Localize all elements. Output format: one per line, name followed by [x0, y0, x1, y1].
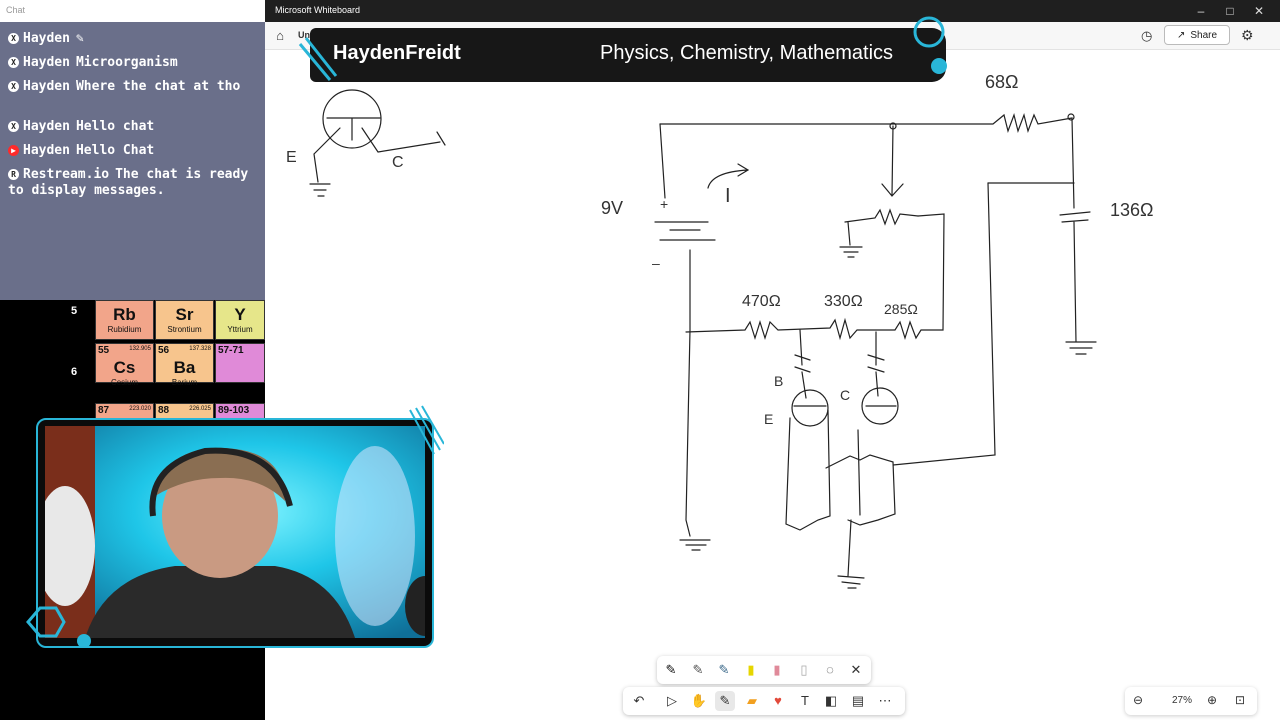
chat-message: ▶ Hayden Hello Chat	[8, 143, 260, 159]
chat-message: X Hayden Microorganism	[8, 55, 260, 71]
close-tray-icon[interactable]: ✕	[846, 660, 866, 680]
x-icon: X	[8, 33, 19, 44]
share-label: Share	[1190, 29, 1218, 41]
main-toolbar: ↶ ▷ ✋ ✎ ▰ ♥ T ◧ ▤ ⋯	[623, 687, 905, 715]
label-r2: 136Ω	[1110, 200, 1154, 220]
chat-author: Hayden	[23, 31, 70, 46]
label-b: B	[774, 373, 783, 389]
svg-text:–: –	[652, 255, 660, 271]
chat-author: Restream.io	[23, 167, 110, 182]
element-cell: 55 132.905 Cs Cesium	[95, 343, 154, 387]
hand-icon[interactable]: ✋	[689, 691, 709, 711]
chat-text: Microorganism	[75, 55, 178, 70]
chat-message: X Hayden Hello chat	[8, 119, 260, 135]
zoom-level: 27%	[1172, 695, 1193, 706]
label-c-small: C	[392, 154, 404, 171]
chat-author: Hayden	[23, 55, 70, 70]
minimize-button[interactable]: –	[1187, 2, 1215, 20]
home-icon[interactable]: ⌂	[272, 28, 288, 44]
chat-message: X Hayden ✎	[8, 31, 260, 47]
label-r3: 470Ω	[742, 293, 781, 310]
share-icon: ↗	[1176, 29, 1186, 41]
x-icon: X	[8, 121, 19, 132]
label-e-small: E	[286, 149, 297, 166]
youtube-icon: ▶	[8, 145, 19, 156]
chat-message: R Restream.io The chat is ready to display…	[8, 167, 260, 199]
chat-text: Where the chat at tho	[75, 79, 241, 94]
zoom-out-icon[interactable]: ⊖	[1133, 693, 1143, 707]
chat-panel: Chat X Hayden ✎ X Hayden Microorganism X Hayd…	[0, 0, 265, 300]
x-icon: X	[8, 81, 19, 92]
zoom-controls: ⊖ 27% ⊕ ⊡	[1125, 687, 1257, 715]
pen-tray: ✎ ✎ ✎ ▮ ▮ ▯ ◌ ✕	[657, 656, 871, 684]
highlighter-icon[interactable]: ▮	[741, 660, 761, 680]
label-battery: 9V	[601, 198, 623, 218]
chat-message: X Hayden Where the chat at tho	[8, 79, 260, 95]
chat-author: Hayden	[23, 143, 70, 158]
gray-pen-icon[interactable]: ✎	[688, 660, 708, 680]
fit-screen-icon[interactable]: ⊡	[1235, 693, 1245, 707]
element-cell: Y Yttrium	[215, 300, 265, 340]
undo-icon[interactable]: ↶	[629, 691, 649, 711]
black-pen-icon[interactable]: ✎	[661, 660, 681, 680]
period-number: 6	[71, 366, 78, 378]
chat-author: Hayden	[23, 79, 70, 94]
ruler-icon[interactable]: ▯	[794, 660, 814, 680]
restream-icon: R	[8, 169, 19, 180]
svg-text:+: +	[660, 196, 668, 212]
heart-icon[interactable]: ♥	[768, 691, 788, 711]
chat-header: Chat	[0, 0, 265, 22]
webcam-decoration	[26, 405, 444, 648]
lasso-icon[interactable]: ◌	[820, 660, 840, 680]
label-current: I	[725, 185, 731, 207]
gear-icon[interactable]: ⚙	[1241, 27, 1254, 44]
text-icon[interactable]: T	[795, 691, 815, 711]
element-cell: Rb Rubidium	[95, 300, 154, 340]
blue-pen-icon[interactable]: ✎	[714, 660, 734, 680]
label-e: E	[764, 411, 773, 427]
periodic-table-fragment: 5 6 Rb Rubidium Sr Strontium Y Yttrium 55 13…	[65, 300, 265, 420]
element-cell: 56 137.328 Ba Barium	[155, 343, 214, 387]
chat-text: ✎	[75, 31, 84, 46]
select-icon[interactable]: ▷	[662, 691, 682, 711]
share-button[interactable]: ↗ Share	[1164, 25, 1230, 45]
element-cell: Sr Strontium	[155, 300, 214, 340]
label-c: C	[840, 387, 850, 403]
chat-author: Hayden	[23, 119, 70, 134]
chat-header-label: Chat	[6, 5, 26, 15]
close-window-button[interactable]: ✕	[1245, 2, 1273, 20]
chat-text: Hello Chat	[75, 143, 155, 158]
template-icon[interactable]: ▤	[848, 691, 868, 711]
more-icon[interactable]: ⋯	[875, 691, 895, 711]
label-r4: 330Ω	[824, 293, 863, 310]
banner-decoration	[298, 16, 947, 81]
label-r1: 68Ω	[985, 72, 1018, 92]
zoom-in-icon[interactable]: ⊕	[1207, 693, 1217, 707]
element-cell: 57-71	[215, 343, 265, 383]
chat-text: Hello chat	[75, 119, 155, 134]
pen-tool-icon[interactable]: ✎	[715, 691, 735, 711]
period-number: 5	[71, 305, 78, 317]
x-icon: X	[8, 57, 19, 68]
eraser-icon[interactable]: ▮	[767, 660, 787, 680]
maximize-button[interactable]: □	[1216, 2, 1244, 20]
shapes-icon[interactable]: ◧	[821, 691, 841, 711]
timer-icon[interactable]: ◷	[1141, 28, 1152, 44]
label-r5: 285Ω	[884, 301, 918, 317]
sticky-note-icon[interactable]: ▰	[742, 691, 762, 711]
